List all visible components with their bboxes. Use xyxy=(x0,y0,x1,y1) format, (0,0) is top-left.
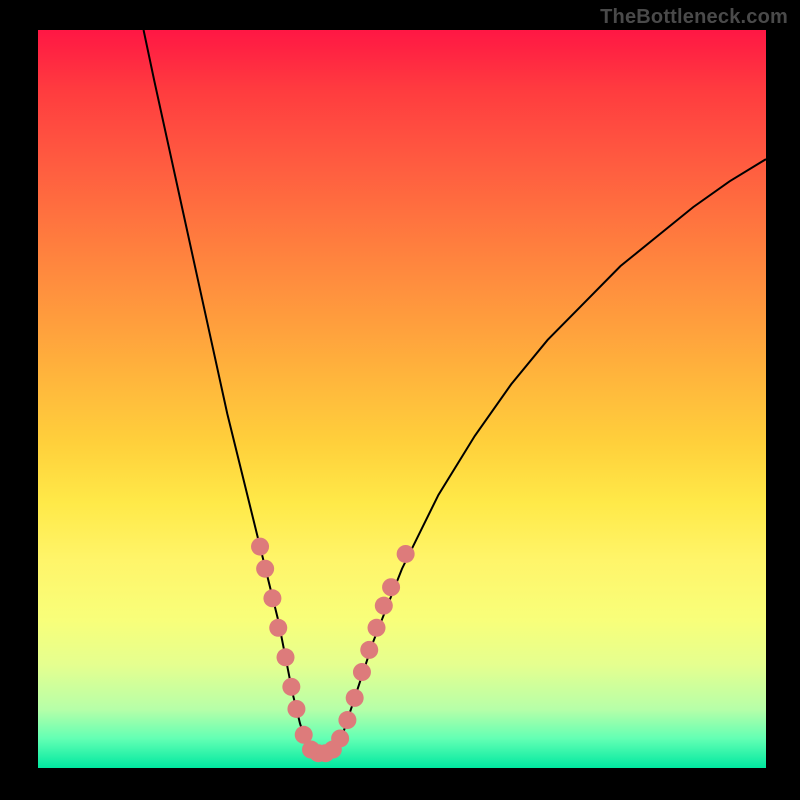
chart-marker xyxy=(287,700,305,718)
chart-marker xyxy=(375,597,393,615)
chart-marker xyxy=(360,641,378,659)
chart-svg xyxy=(38,30,766,768)
chart-marker xyxy=(331,729,349,747)
chart-marker xyxy=(353,663,371,681)
chart-marker xyxy=(282,678,300,696)
chart-marker xyxy=(397,545,415,563)
chart-marker xyxy=(346,689,364,707)
chart-marker xyxy=(368,619,386,637)
chart-marker xyxy=(263,589,281,607)
chart-marker xyxy=(251,538,269,556)
chart-marker xyxy=(338,711,356,729)
chart-curve xyxy=(144,30,766,753)
chart-marker xyxy=(277,648,295,666)
chart-marker xyxy=(256,560,274,578)
chart-marker xyxy=(269,619,287,637)
chart-markers xyxy=(251,538,415,763)
chart-plot-area xyxy=(38,30,766,768)
chart-marker xyxy=(382,578,400,596)
watermark-text: TheBottleneck.com xyxy=(600,6,788,29)
